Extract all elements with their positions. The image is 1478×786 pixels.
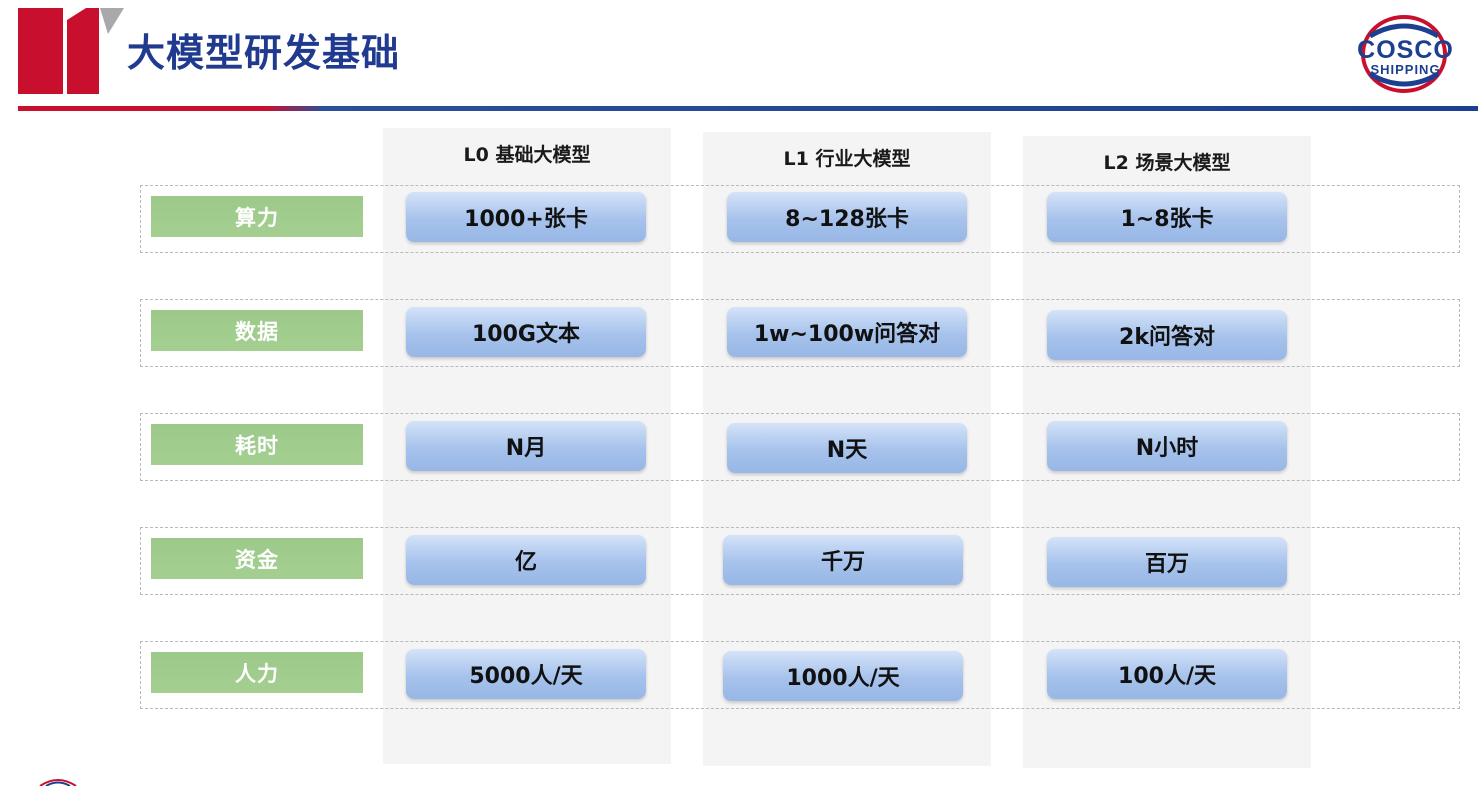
column-header-l2: L2 场景大模型 bbox=[1103, 152, 1231, 174]
row-label-funding: 资金 bbox=[151, 538, 363, 579]
logo-text-cosco: COSCO bbox=[1357, 36, 1454, 64]
page-title: 大模型研发基础 bbox=[127, 31, 401, 75]
cell-data-l1: 1w~100w问答对 bbox=[727, 307, 967, 357]
row-label-data: 数据 bbox=[151, 310, 363, 351]
cell-manpower-l0: 5000人/天 bbox=[406, 649, 646, 699]
cell-time-l2: N小时 bbox=[1047, 421, 1287, 471]
cell-data-l2: 2k问答对 bbox=[1047, 310, 1287, 360]
cell-time-l1: N天 bbox=[727, 423, 967, 473]
cell-compute-l2: 1~8张卡 bbox=[1047, 192, 1287, 242]
header-divider bbox=[18, 106, 1478, 111]
row-label-manpower: 人力 bbox=[151, 652, 363, 693]
cell-funding-l0: 亿 bbox=[406, 535, 646, 585]
cell-funding-l1: 千万 bbox=[723, 535, 963, 585]
row-label-compute: 算力 bbox=[151, 196, 363, 237]
column-header-l1: L1 行业大模型 bbox=[783, 148, 911, 170]
column-header-l0: L0 基础大模型 bbox=[463, 144, 591, 166]
row-label-time: 耗时 bbox=[151, 424, 363, 465]
footer-logo-icon bbox=[39, 779, 77, 786]
header-stripes-graphic bbox=[18, 8, 124, 94]
cell-data-l0: 100G文本 bbox=[406, 307, 646, 357]
cosco-shipping-logo: COSCO SHIPPING bbox=[1338, 12, 1473, 98]
logo-text-shipping: SHIPPING bbox=[1370, 62, 1441, 77]
cell-manpower-l2: 100人/天 bbox=[1047, 649, 1287, 699]
cell-manpower-l1: 1000人/天 bbox=[723, 651, 963, 701]
cell-compute-l1: 8~128张卡 bbox=[727, 192, 967, 242]
cell-time-l0: N月 bbox=[406, 421, 646, 471]
cell-compute-l0: 1000+张卡 bbox=[406, 192, 646, 242]
cell-funding-l2: 百万 bbox=[1047, 537, 1287, 587]
